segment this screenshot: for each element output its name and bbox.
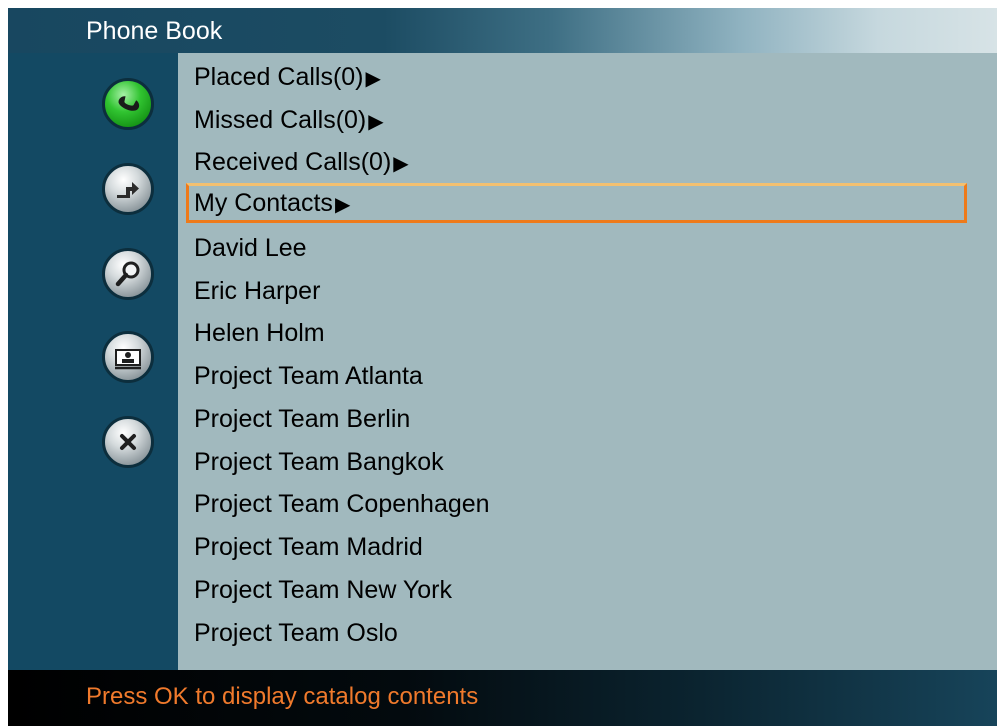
action-sidebar bbox=[8, 53, 178, 670]
submenu-arrow-icon: ▶ bbox=[368, 111, 384, 133]
search-button[interactable] bbox=[102, 248, 154, 300]
list-item[interactable]: David Lee bbox=[186, 228, 967, 268]
list-item[interactable]: Project Team Oslo bbox=[186, 613, 967, 653]
list-item[interactable]: Project Team New York bbox=[186, 570, 967, 610]
close-icon bbox=[120, 434, 136, 450]
contact-card-button[interactable] bbox=[102, 331, 154, 383]
close-button[interactable] bbox=[102, 416, 154, 468]
status-bar: Press OK to display catalog contents bbox=[8, 670, 997, 726]
list-item-my-contacts[interactable]: My Contacts ▶ bbox=[186, 183, 967, 223]
transfer-icon bbox=[117, 182, 139, 198]
list-item[interactable]: Project Team Bangkok bbox=[186, 442, 967, 482]
list-item[interactable]: Eric Harper bbox=[186, 271, 967, 311]
list-item-label: Project Team Madrid bbox=[194, 533, 423, 561]
list-item-label: My Contacts bbox=[194, 189, 333, 217]
title-bar: Phone Book bbox=[8, 8, 997, 53]
list-item[interactable]: Project Team Madrid bbox=[186, 527, 967, 567]
list-item-label: Project Team Copenhagen bbox=[194, 490, 490, 518]
list-item-missed-calls[interactable]: Missed Calls(0) ▶ bbox=[186, 100, 967, 140]
window-title: Phone Book bbox=[86, 17, 223, 45]
contact-card-icon bbox=[115, 349, 141, 370]
list-item-label: Project Team Bangkok bbox=[194, 448, 444, 476]
list-item-label: Project Team New York bbox=[194, 576, 452, 604]
phone-book-list: Placed Calls(0) ▶ Missed Calls(0) ▶ Receiv… bbox=[178, 53, 997, 670]
list-item-label: Project Team Atlanta bbox=[194, 362, 423, 390]
list-item-label: Helen Holm bbox=[194, 319, 325, 347]
submenu-arrow-icon: ▶ bbox=[393, 153, 409, 175]
list-item-label: Placed Calls(0) bbox=[194, 63, 364, 91]
list-item-label: Project Team Oslo bbox=[194, 619, 398, 647]
submenu-arrow-icon: ▶ bbox=[334, 194, 351, 216]
list-item[interactable]: Helen Holm bbox=[186, 313, 967, 353]
list-item-label: Missed Calls(0) bbox=[194, 106, 367, 134]
phone-book-window: Phone Book Placed Calls(0) ▶ Missed Call… bbox=[8, 8, 997, 726]
search-icon bbox=[115, 261, 140, 287]
list-item-label: David Lee bbox=[194, 234, 307, 262]
submenu-arrow-icon: ▶ bbox=[365, 68, 381, 90]
call-button[interactable] bbox=[102, 78, 154, 130]
list-item-label: Eric Harper bbox=[194, 277, 321, 305]
status-message: Press OK to display catalog contents bbox=[86, 683, 479, 710]
list-item[interactable]: Project Team Berlin bbox=[186, 399, 967, 439]
list-item[interactable]: Project Team Atlanta bbox=[186, 356, 967, 396]
list-item[interactable]: Project Team Copenhagen bbox=[186, 484, 967, 524]
transfer-button[interactable] bbox=[102, 163, 154, 215]
phone-call-icon bbox=[118, 96, 140, 111]
list-item-label: Project Team Berlin bbox=[194, 405, 411, 433]
list-item-placed-calls[interactable]: Placed Calls(0) ▶ bbox=[186, 57, 967, 97]
list-item-received-calls[interactable]: Received Calls(0) ▶ bbox=[186, 142, 967, 182]
list-item-label: Received Calls(0) bbox=[194, 148, 392, 176]
